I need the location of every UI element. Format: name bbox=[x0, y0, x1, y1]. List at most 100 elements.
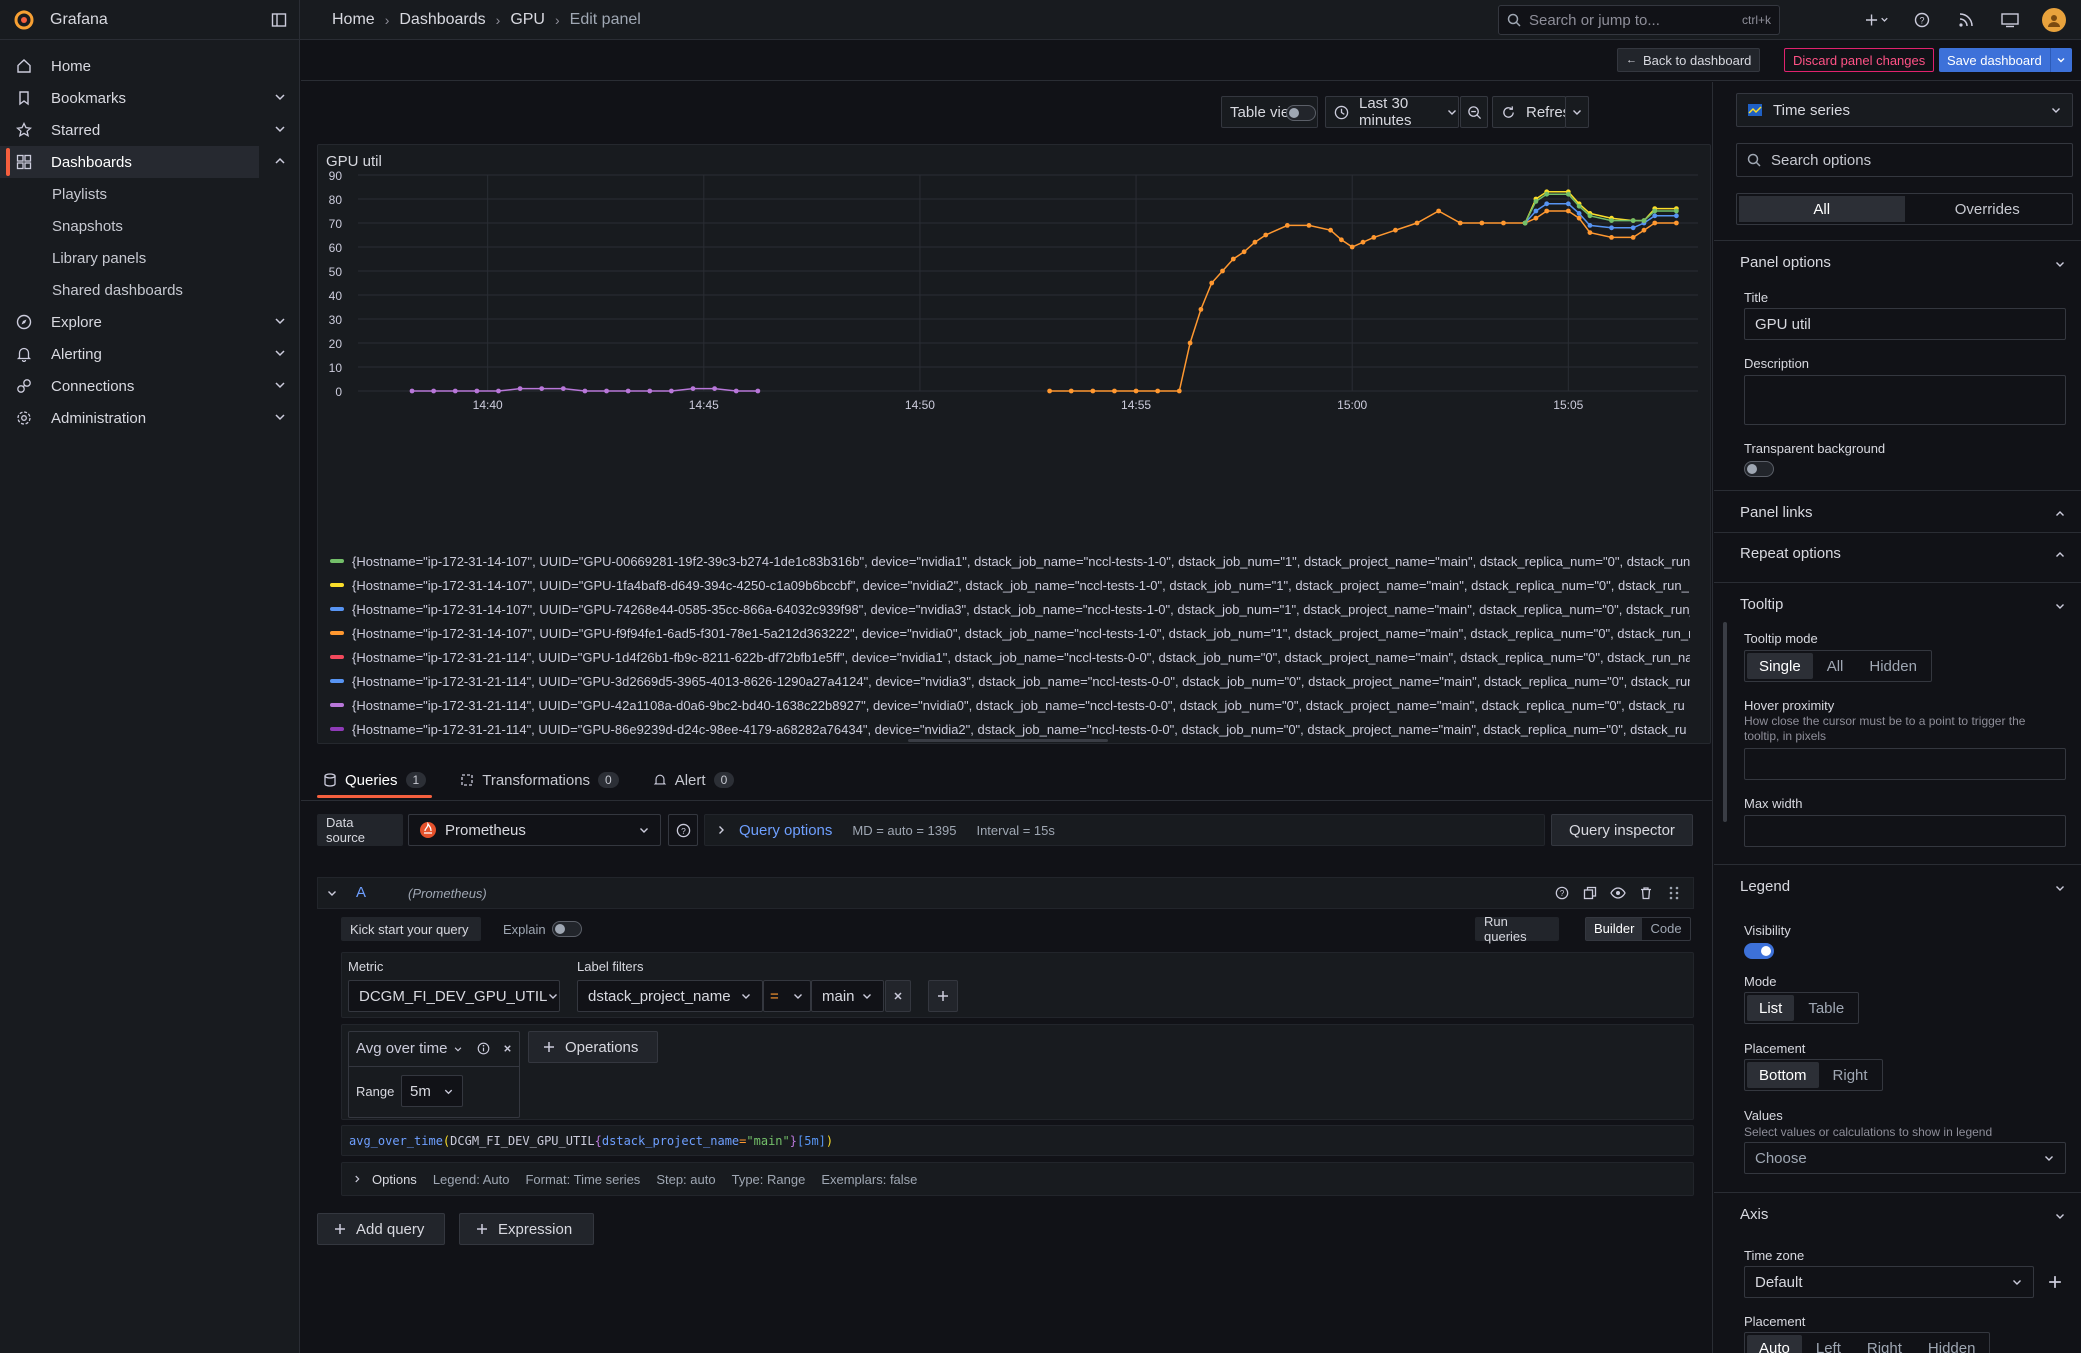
code-mode-option[interactable]: Code bbox=[1642, 918, 1689, 940]
add-expression-button[interactable]: Expression bbox=[459, 1213, 594, 1245]
legend-visibility-switch[interactable] bbox=[1744, 943, 1774, 959]
range-select[interactable]: 5m bbox=[401, 1075, 463, 1107]
metric-select[interactable]: DCGM_FI_DEV_GPU_UTIL bbox=[348, 980, 560, 1012]
news-rss-icon[interactable] bbox=[1954, 8, 1978, 32]
repeat-options-header[interactable]: Repeat options bbox=[1730, 543, 2068, 567]
tooltip-mode-all[interactable]: All bbox=[1815, 653, 1856, 679]
legend-mode-list[interactable]: List bbox=[1747, 995, 1795, 1021]
table-view-toggle[interactable]: Table view bbox=[1221, 96, 1318, 128]
legend-item[interactable]: {Hostname="ip-172-31-14-107", UUID="GPU-… bbox=[330, 573, 1690, 597]
chevron-up-icon[interactable] bbox=[273, 154, 287, 168]
sidebar-item-dashboards[interactable]: Dashboards bbox=[0, 146, 285, 178]
legend-item[interactable]: {Hostname="ip-172-31-21-114", UUID="GPU-… bbox=[330, 693, 1690, 717]
discard-panel-changes-button[interactable]: Discard panel changes bbox=[1784, 48, 1935, 72]
new-plus-icon[interactable] bbox=[1866, 8, 1890, 32]
search-input[interactable]: Search or jump to... ctrl+k bbox=[1498, 5, 1780, 35]
description-textarea[interactable] bbox=[1744, 375, 2066, 425]
axis-placement-hidden[interactable]: Hidden bbox=[1916, 1335, 1988, 1353]
options-scrollbar[interactable] bbox=[1723, 622, 1727, 822]
tooltip-header[interactable]: Tooltip bbox=[1730, 594, 2068, 618]
gpu-util-chart[interactable]: 0 10 20 30 40 50 60 70 80 90 14:40 14:45 14:50 14:55 1… bbox=[318, 145, 1711, 545]
axis-placement-right[interactable]: Right bbox=[1855, 1335, 1914, 1353]
legend-item[interactable]: {Hostname="ip-172-31-14-107", UUID="GPU-… bbox=[330, 549, 1690, 573]
duplicate-query-icon[interactable] bbox=[1583, 886, 1597, 900]
max-width-input[interactable] bbox=[1744, 815, 2066, 847]
kiosk-monitor-icon[interactable] bbox=[1998, 8, 2022, 32]
collapse-chevron-icon[interactable] bbox=[326, 887, 338, 899]
breadcrumb-home[interactable]: Home bbox=[332, 11, 375, 29]
chevron-down-icon[interactable] bbox=[273, 122, 287, 136]
tab-overrides[interactable]: Overrides bbox=[1905, 196, 2071, 222]
tooltip-mode-single[interactable]: Single bbox=[1747, 653, 1813, 679]
sidebar-subitem-shared-dashboards[interactable]: Shared dashboards bbox=[0, 274, 299, 306]
search-options-input[interactable]: Search options bbox=[1736, 143, 2073, 177]
legend-placement-right[interactable]: Right bbox=[1821, 1062, 1880, 1088]
query-inspector-button[interactable]: Query inspector bbox=[1551, 814, 1693, 846]
user-avatar[interactable] bbox=[2042, 8, 2066, 32]
label-filter-operator-select[interactable]: = bbox=[763, 980, 811, 1012]
time-range-picker[interactable]: Last 30 minutes bbox=[1325, 95, 1459, 129]
tooltip-mode-hidden[interactable]: Hidden bbox=[1857, 653, 1929, 679]
query-options-summary[interactable]: Options Legend: Auto Format: Time series… bbox=[341, 1162, 1694, 1196]
query-options-label[interactable]: Query options bbox=[739, 822, 832, 839]
breadcrumb-gpu[interactable]: GPU bbox=[510, 11, 545, 29]
transparent-background-switch[interactable] bbox=[1744, 461, 1774, 477]
panel-links-header[interactable]: Panel links bbox=[1730, 502, 2068, 526]
remove-operation-icon[interactable] bbox=[502, 1043, 513, 1054]
back-to-dashboard-button[interactable]: ← Back to dashboard bbox=[1617, 48, 1761, 72]
sidebar-subitem-playlists[interactable]: Playlists bbox=[0, 178, 299, 210]
visualization-picker[interactable]: Time series bbox=[1736, 93, 2073, 127]
help-icon[interactable]: ? bbox=[1910, 8, 1934, 32]
sidebar-item-connections[interactable]: Connections bbox=[0, 370, 299, 402]
axis-placement-left[interactable]: Left bbox=[1804, 1335, 1853, 1353]
add-operation-button[interactable]: Operations bbox=[528, 1031, 658, 1063]
hover-proximity-input[interactable] bbox=[1744, 748, 2066, 780]
query-ref-id[interactable]: A bbox=[356, 884, 366, 901]
legend-scrollbar[interactable] bbox=[908, 739, 1108, 742]
axis-header[interactable]: Axis bbox=[1730, 1204, 2068, 1228]
legend-values-select[interactable]: Choose bbox=[1744, 1142, 2066, 1174]
dock-menu-icon[interactable] bbox=[271, 12, 287, 28]
label-filter-value-select[interactable]: main bbox=[811, 980, 884, 1012]
builder-mode-option[interactable]: Builder bbox=[1586, 918, 1643, 940]
legend-header[interactable]: Legend bbox=[1730, 876, 2068, 900]
chevron-down-icon[interactable] bbox=[273, 90, 287, 104]
breadcrumb-dashboards[interactable]: Dashboards bbox=[399, 11, 485, 29]
tab-transformations[interactable]: Transformations 0 bbox=[454, 760, 625, 800]
sidebar-item-explore[interactable]: Explore bbox=[0, 306, 299, 338]
title-input[interactable]: GPU util bbox=[1744, 308, 2066, 340]
run-queries-button[interactable]: Run queries bbox=[1475, 914, 1559, 944]
query-help-icon[interactable]: ? bbox=[1555, 886, 1569, 900]
data-source-help-button[interactable]: ? bbox=[668, 814, 698, 846]
hide-query-eye-icon[interactable] bbox=[1610, 886, 1626, 900]
chevron-down-icon[interactable] bbox=[453, 1044, 463, 1054]
sidebar-item-home[interactable]: Home bbox=[0, 50, 299, 82]
label-filter-key-select[interactable]: dstack_project_name bbox=[577, 980, 763, 1012]
chevron-down-icon[interactable] bbox=[273, 410, 287, 424]
kick-start-query-button[interactable]: Kick start your query bbox=[341, 917, 481, 941]
save-dashboard-button[interactable]: Save dashboard bbox=[1939, 48, 2072, 72]
tab-alert[interactable]: Alert 0 bbox=[647, 760, 741, 800]
legend-item[interactable]: {Hostname="ip-172-31-21-114", UUID="GPU-… bbox=[330, 645, 1690, 669]
axis-placement-auto[interactable]: Auto bbox=[1747, 1335, 1802, 1353]
chevron-down-icon[interactable] bbox=[273, 346, 287, 360]
remove-label-filter-button[interactable] bbox=[885, 980, 911, 1012]
legend-mode-table[interactable]: Table bbox=[1796, 995, 1856, 1021]
sidebar-subitem-snapshots[interactable]: Snapshots bbox=[0, 210, 299, 242]
tab-queries[interactable]: Queries 1 bbox=[317, 760, 433, 800]
data-source-picker[interactable]: Prometheus bbox=[408, 814, 661, 846]
add-time-zone-plus-icon[interactable] bbox=[2048, 1275, 2062, 1289]
tab-all[interactable]: All bbox=[1739, 196, 1905, 222]
drag-handle-icon[interactable] bbox=[1668, 886, 1680, 900]
legend-placement-bottom[interactable]: Bottom bbox=[1747, 1062, 1819, 1088]
sidebar-subitem-library-panels[interactable]: Library panels bbox=[0, 242, 299, 274]
grafana-logo-icon[interactable] bbox=[12, 8, 36, 32]
chevron-down-icon[interactable] bbox=[273, 378, 287, 392]
add-label-filter-button[interactable] bbox=[928, 980, 958, 1012]
sidebar-item-alerting[interactable]: Alerting bbox=[0, 338, 299, 370]
operation-name[interactable]: Avg over time bbox=[356, 1040, 447, 1057]
query-options-bar[interactable]: Query options MD = auto = 1395 Interval … bbox=[704, 814, 1545, 846]
explain-switch[interactable] bbox=[552, 921, 582, 937]
sidebar-item-starred[interactable]: Starred bbox=[0, 114, 299, 146]
sidebar-item-bookmarks[interactable]: Bookmarks bbox=[0, 82, 299, 114]
